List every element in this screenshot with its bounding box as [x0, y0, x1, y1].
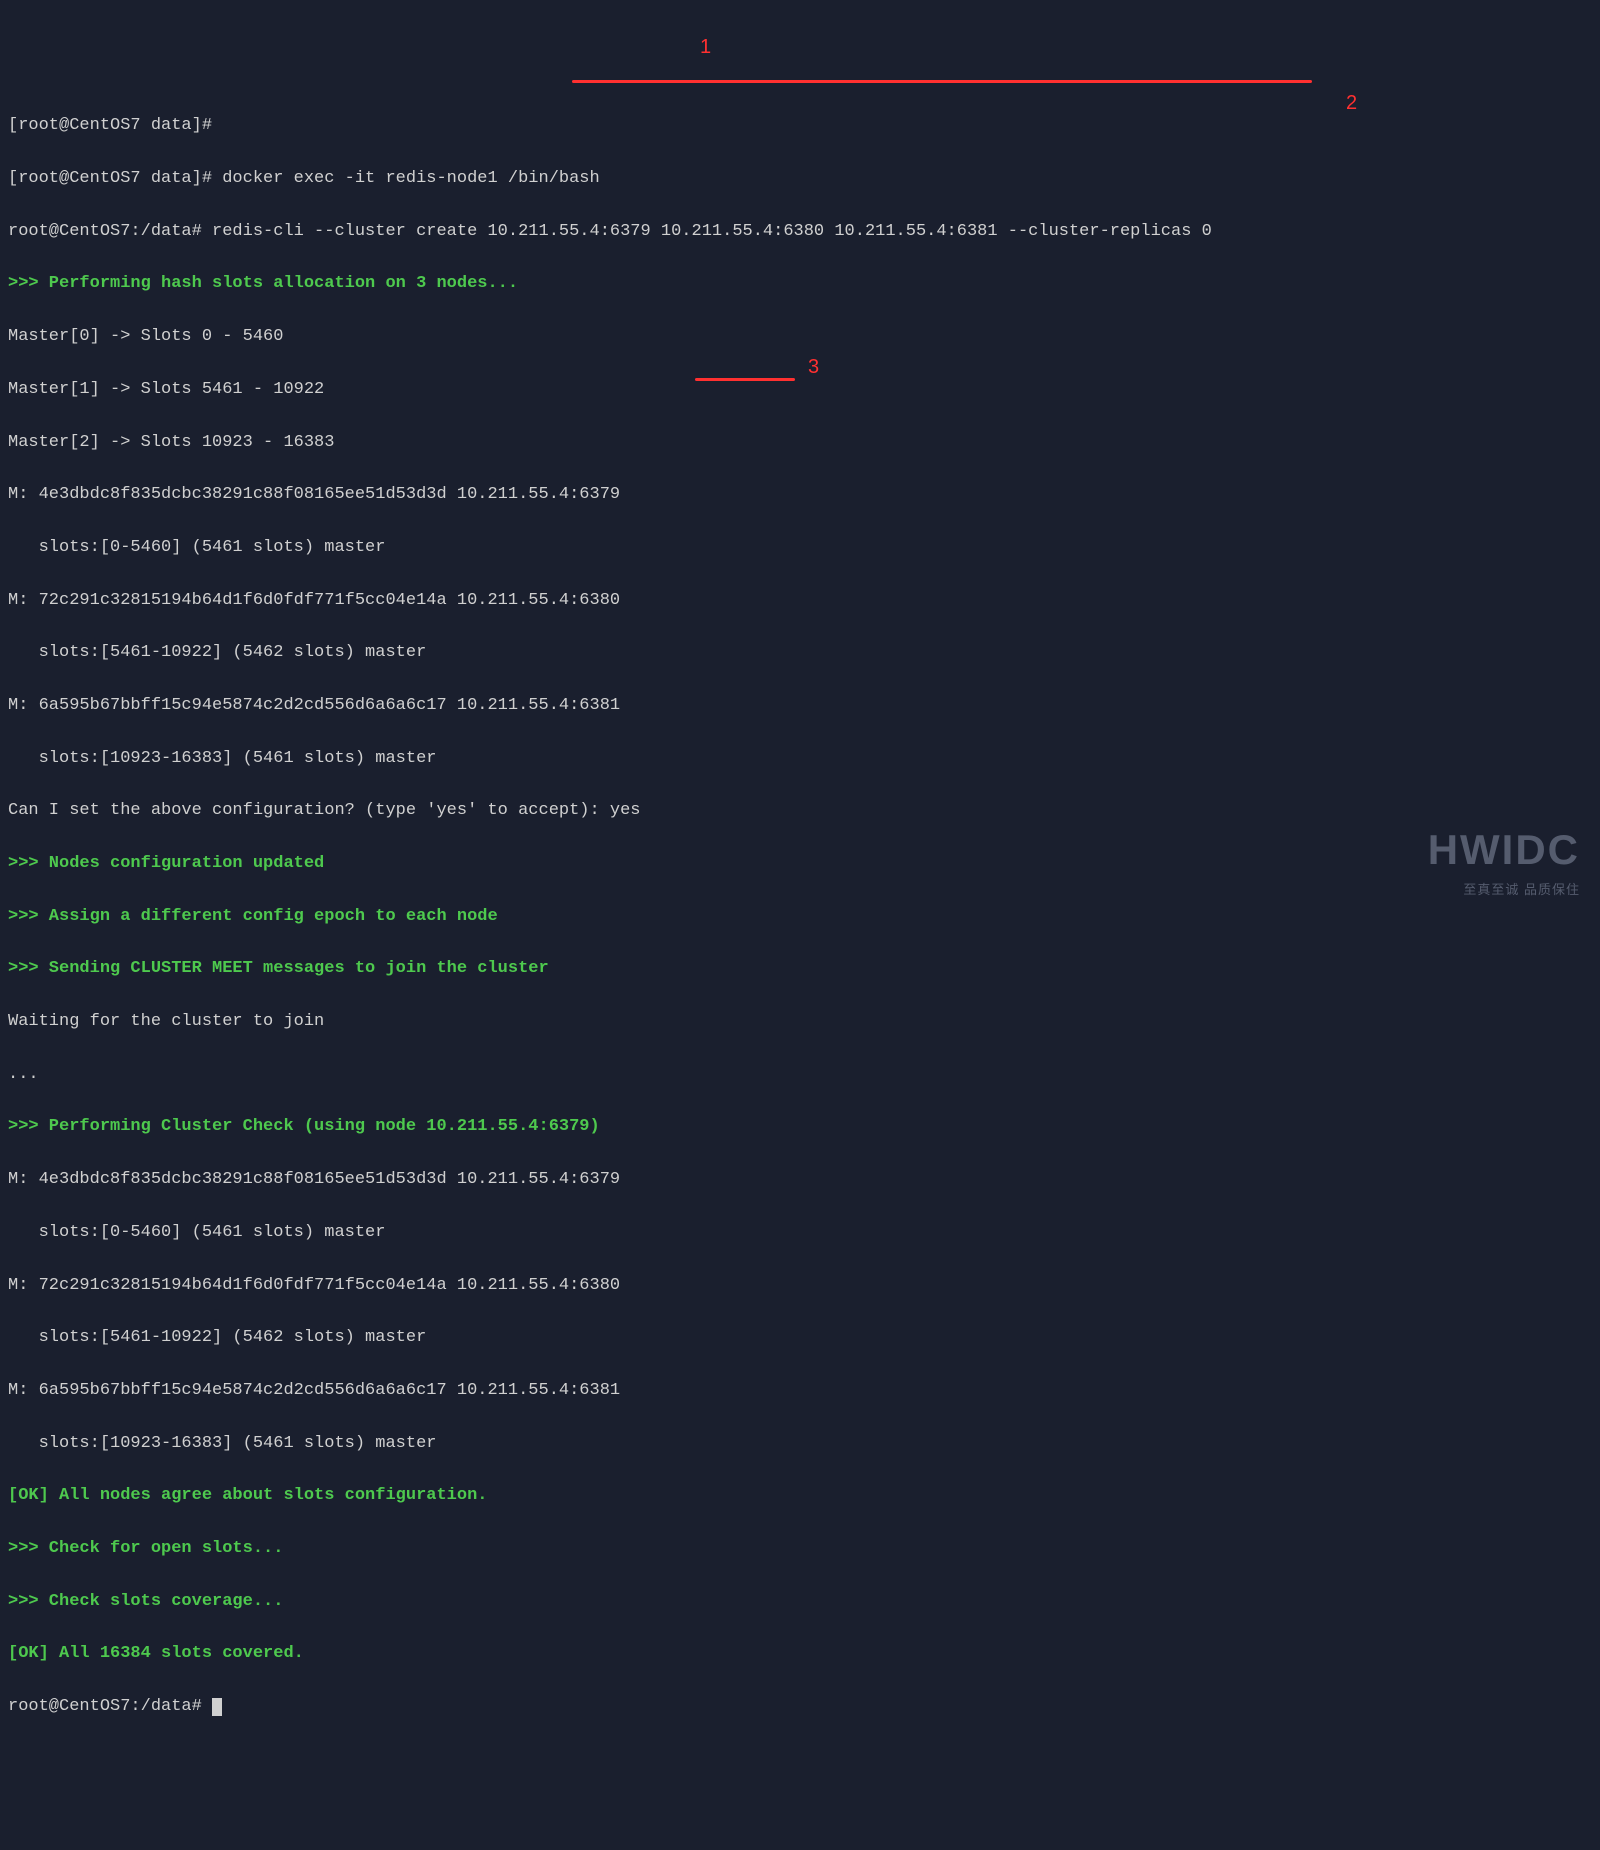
terminal-line: slots:[10923-16383] (5461 slots) master — [8, 746, 1592, 772]
terminal-line: M: 4e3dbdc8f835dcbc38291c88f08165ee51d53… — [8, 1167, 1592, 1193]
terminal-line: Master[0] -> Slots 0 - 5460 — [8, 324, 1592, 350]
terminal-line: M: 4e3dbdc8f835dcbc38291c88f08165ee51d53… — [8, 482, 1592, 508]
watermark: HWIDC 至真至诚 品质保住 — [1428, 817, 1580, 900]
terminal-line-status: >>> Check for open slots... — [8, 1536, 1592, 1562]
terminal-line: root@CentOS7:/data# redis-cli --cluster … — [8, 219, 1592, 245]
cursor-icon — [212, 1698, 222, 1716]
terminal-line: Waiting for the cluster to join — [8, 1009, 1592, 1035]
annotation-1: 1 — [700, 32, 711, 63]
terminal-prompt[interactable]: root@CentOS7:/data# — [8, 1694, 1592, 1720]
terminal-line: slots:[5461-10922] (5462 slots) master — [8, 640, 1592, 666]
watermark-main: HWIDC — [1428, 817, 1580, 882]
terminal-line: slots:[10923-16383] (5461 slots) master — [8, 1431, 1592, 1457]
terminal-line: Can I set the above configuration? (type… — [8, 798, 1592, 824]
terminal-line: M: 72c291c32815194b64d1f6d0fdf771f5cc04e… — [8, 1273, 1592, 1299]
terminal-line: slots:[0-5460] (5461 slots) master — [8, 535, 1592, 561]
terminal-line-ok: [OK] All nodes agree about slots configu… — [8, 1483, 1592, 1509]
terminal-line: [root@CentOS7 data]# docker exec -it red… — [8, 166, 1592, 192]
annotation-2: 2 — [1346, 88, 1357, 119]
terminal-line: Master[2] -> Slots 10923 - 16383 — [8, 430, 1592, 456]
underline-1 — [572, 80, 1312, 83]
terminal-line-status: >>> Performing hash slots allocation on … — [8, 271, 1592, 297]
terminal-line: ... — [8, 1062, 1592, 1088]
underline-2 — [695, 378, 795, 381]
terminal-line: slots:[5461-10922] (5462 slots) master — [8, 1325, 1592, 1351]
terminal-line: M: 72c291c32815194b64d1f6d0fdf771f5cc04e… — [8, 588, 1592, 614]
terminal-line: M: 6a595b67bbff15c94e5874c2d2cd556d6a6a6… — [8, 693, 1592, 719]
terminal-line: slots:[0-5460] (5461 slots) master — [8, 1220, 1592, 1246]
annotation-3: 3 — [808, 352, 819, 383]
terminal-line-status: >>> Nodes configuration updated — [8, 851, 1592, 877]
terminal-line: M: 6a595b67bbff15c94e5874c2d2cd556d6a6a6… — [8, 1378, 1592, 1404]
terminal-line-status: >>> Sending CLUSTER MEET messages to joi… — [8, 956, 1592, 982]
terminal-line-status: >>> Check slots coverage... — [8, 1589, 1592, 1615]
terminal-line: Master[1] -> Slots 5461 - 10922 — [8, 377, 1592, 403]
terminal-line-status: >>> Performing Cluster Check (using node… — [8, 1114, 1592, 1140]
terminal-line-ok: [OK] All 16384 slots covered. — [8, 1641, 1592, 1667]
terminal-line-status: >>> Assign a different config epoch to e… — [8, 904, 1592, 930]
watermark-sub: 至真至诚 品质保住 — [1428, 880, 1580, 900]
